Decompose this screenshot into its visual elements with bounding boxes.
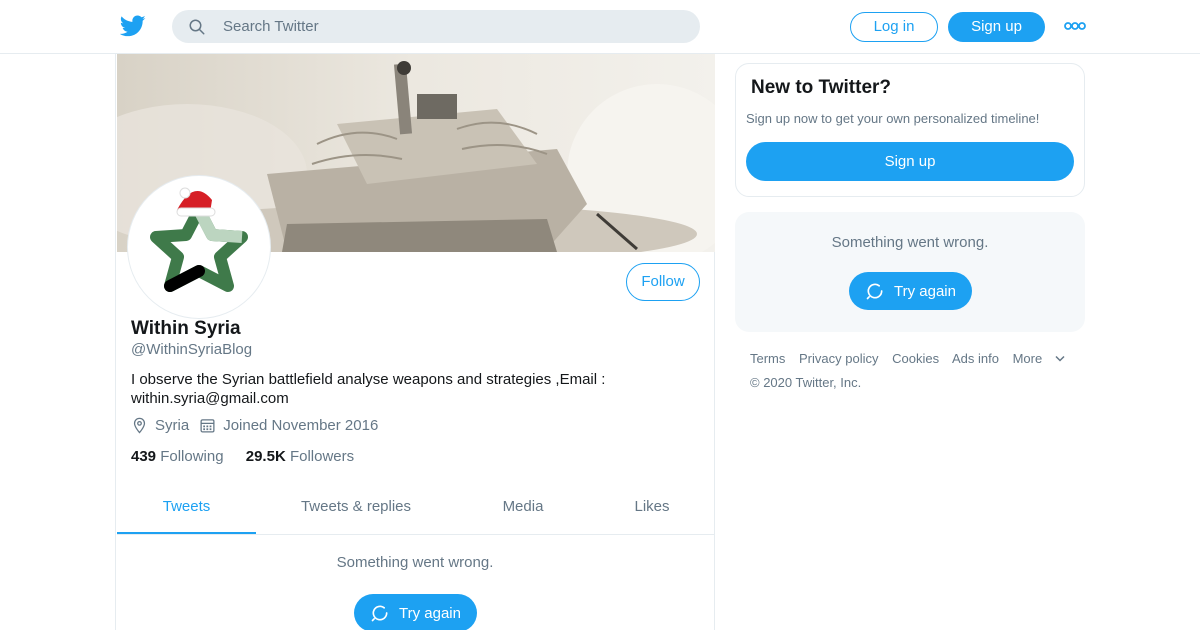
profile-avatar[interactable] [128,176,270,318]
timeline-try-again-button[interactable]: Try again [354,594,477,630]
footer-link-privacy[interactable]: Privacy policy [799,351,878,366]
more-dots-icon[interactable] [1064,20,1086,32]
tab-tweets-replies[interactable]: Tweets & replies [256,486,456,534]
tab-likes[interactable]: Likes [590,486,714,534]
search-bar[interactable]: Search Twitter [172,10,700,43]
followers-label: Followers [289,448,355,465]
new-to-twitter-title: New to Twitter? [751,77,892,98]
footer-links: Terms Privacy policy Cookies Ads info Mo… [750,351,1080,366]
profile-meta: Syria Joined November 2016 [131,417,388,434]
joined-text: Joined November 2016 [223,417,379,434]
following-label: Following [160,448,224,465]
location-item: Syria [131,417,189,434]
chevron-down-icon [1055,355,1065,362]
location-pin-icon [133,417,146,434]
footer-copyright: © 2020 Twitter, Inc. [750,375,862,390]
sidebar-error-card: Something went wrong. Try again [735,212,1085,332]
profile-handle: @WithinSyriaBlog [131,341,253,358]
footer-link-terms[interactable]: Terms [750,351,785,366]
following-stat[interactable]: 439 Following [131,448,228,465]
refresh-icon [371,605,388,622]
profile-name: Within Syria [131,318,241,339]
profile-bio: I observe the Syrian battlefield analyse… [131,371,606,407]
star-avatar-image [150,187,248,292]
sidebar-try-again-label: Try again [894,282,956,300]
sidebar-try-again-button[interactable]: Try again [849,272,972,310]
profile-stats: 439 Following 29.5K Followers [131,448,372,465]
following-count: 439 [131,448,157,465]
footer-link-more[interactable]: More [1013,351,1067,366]
timeline-try-again-label: Try again [399,604,461,622]
sidebar-signup-button[interactable]: Sign up [746,142,1074,181]
footer-link-cookies[interactable]: Cookies [892,351,939,366]
location-text: Syria [155,417,190,434]
followers-count: 29.5K [245,448,286,465]
followers-stat[interactable]: 29.5K Followers [246,448,354,465]
calendar-icon [200,419,215,433]
follow-button[interactable]: Follow [626,263,700,301]
top-navigation-bar: Search Twitter Log in Sign up [0,0,1200,54]
new-to-twitter-card: New to Twitter? Sign up now to get your … [735,63,1085,197]
signup-button[interactable]: Sign up [948,12,1045,42]
tab-tweets[interactable]: Tweets [117,486,256,534]
timeline-error-text: Something went wrong. [336,554,494,571]
twitter-bird-icon[interactable] [120,13,146,39]
login-button[interactable]: Log in [850,12,938,42]
profile-column: Follow Within Syria @WithinSyriaBlog I o… [115,54,715,630]
footer: Terms Privacy policy Cookies Ads info Mo… [750,351,1080,390]
footer-link-ads-info[interactable]: Ads info [952,351,999,366]
refresh-icon [866,283,883,300]
sidebar-error-text: Something went wrong. [831,234,989,251]
new-to-twitter-subtitle: Sign up now to get your own personalized… [746,111,1040,126]
footer-more-label: More [1012,351,1043,366]
profile-tabs: Tweets Tweets & replies Media Likes [117,486,715,535]
tab-media[interactable]: Media [456,486,590,534]
joined-item: Joined November 2016 [199,417,378,434]
search-icon [189,19,205,35]
search-input[interactable]: Search Twitter [223,18,319,35]
